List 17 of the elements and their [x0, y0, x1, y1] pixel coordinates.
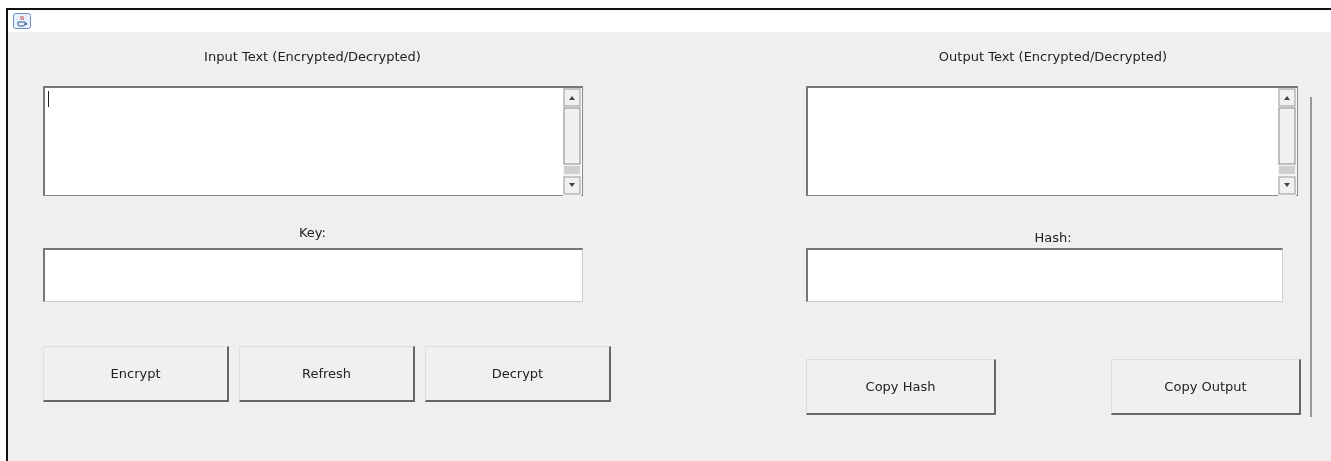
action-button[interactable]: Decrypt: [424, 346, 611, 402]
text-cursor: [48, 91, 49, 107]
action-button[interactable]: Copy Output: [1111, 359, 1301, 415]
input-field[interactable]: [806, 248, 1283, 302]
field-label: Input Text (Encrypted/Decrypted): [204, 48, 421, 66]
field-label: Output Text (Encrypted/Decrypted): [938, 48, 1168, 66]
field-label: Hash:: [1034, 229, 1072, 247]
text-area[interactable]: [806, 86, 1298, 196]
scrollbar[interactable]: [563, 88, 581, 196]
input-field[interactable]: [43, 248, 583, 302]
text-area[interactable]: [43, 86, 583, 196]
field-label: Key:: [299, 224, 326, 242]
scrollbar[interactable]: [1278, 88, 1296, 196]
action-button[interactable]: Encrypt: [43, 346, 230, 402]
action-button[interactable]: Refresh: [239, 346, 415, 402]
coffee-cup-icon[interactable]: [13, 13, 31, 29]
action-button[interactable]: Copy Hash: [806, 359, 996, 415]
